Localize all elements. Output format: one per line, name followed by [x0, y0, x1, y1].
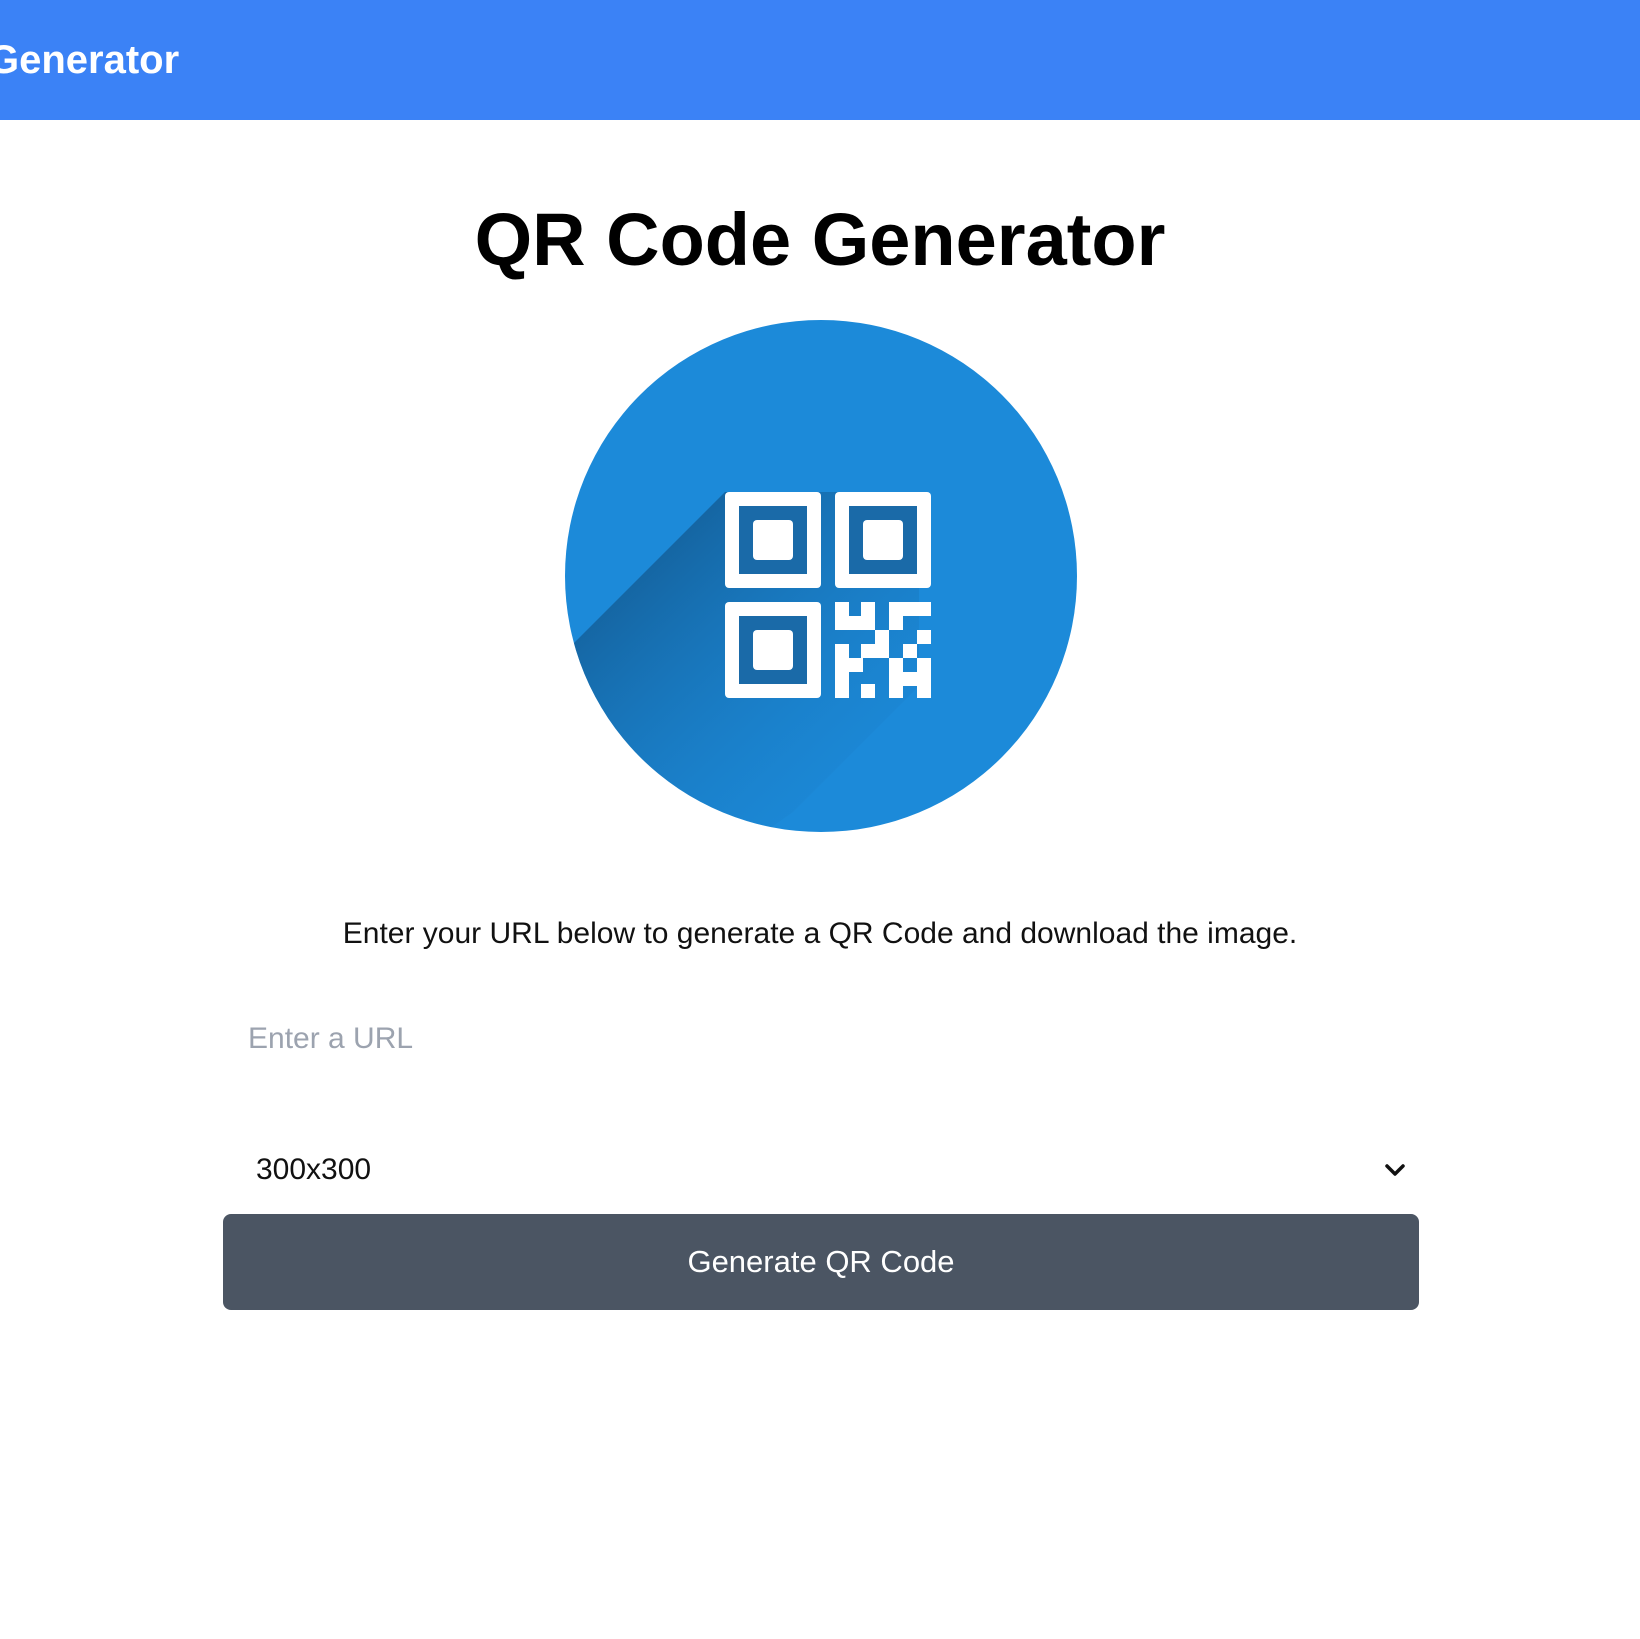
- url-input[interactable]: [223, 1010, 1419, 1068]
- size-select[interactable]: 300x300: [223, 1140, 1419, 1200]
- chevron-down-icon: [1385, 1164, 1405, 1176]
- page-title: QR Code Generator: [474, 198, 1166, 281]
- top-header: Generator: [0, 0, 1640, 120]
- size-select-value: 300x300: [256, 1153, 372, 1186]
- instructions-text: Enter your URL below to generate a QR Co…: [342, 917, 1298, 950]
- qr-code-icon: [565, 320, 1077, 832]
- generate-qr-button[interactable]: Generate QR Code: [223, 1214, 1419, 1310]
- header-title: Generator: [0, 38, 180, 82]
